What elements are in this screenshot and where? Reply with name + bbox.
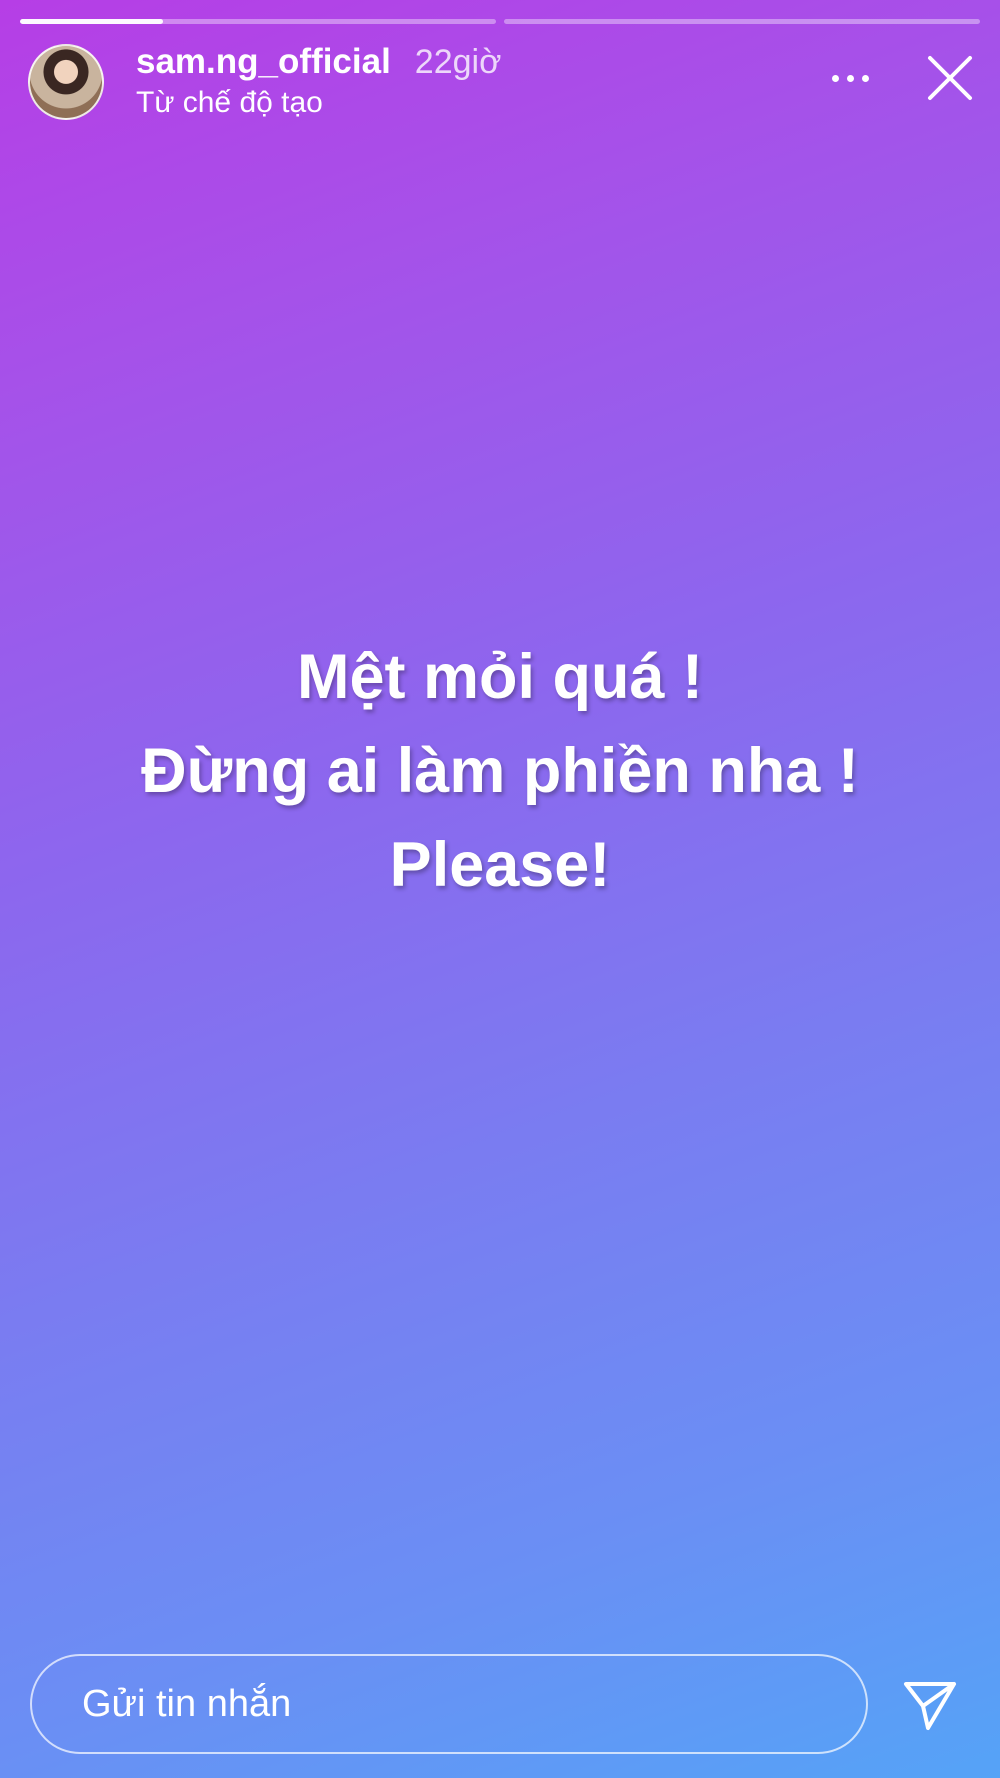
story-header: sam.ng_official 22giờ Từ chế độ tạo (28, 40, 980, 124)
avatar[interactable] (28, 44, 104, 120)
message-input[interactable]: Gửi tin nhắn (30, 1654, 868, 1754)
user-meta: sam.ng_official 22giờ Từ chế độ tạo (136, 42, 501, 120)
more-icon[interactable] (820, 58, 880, 98)
progress-fill-1 (20, 19, 163, 24)
story-line-2: Đừng ai làm phiền nha ! (141, 736, 859, 806)
progress-segment-2 (504, 19, 980, 24)
more-dot (831, 74, 839, 82)
story-line-1: Mệt mỏi quá ! (297, 642, 703, 712)
timestamp: 22giờ (414, 43, 502, 81)
close-icon[interactable] (920, 48, 980, 108)
user-line: sam.ng_official 22giờ (136, 42, 501, 82)
story-progress (20, 19, 980, 24)
more-dot (846, 74, 854, 82)
more-dot (861, 74, 869, 82)
mode-label[interactable]: Từ chế độ tạo (136, 86, 501, 120)
story-text: Mệt mỏi quá ! Đừng ai làm phiền nha ! Pl… (0, 630, 1000, 912)
send-icon[interactable] (900, 1676, 960, 1732)
username[interactable]: sam.ng_official (136, 42, 391, 82)
message-placeholder: Gửi tin nhắn (82, 1682, 292, 1725)
progress-segment-1 (20, 19, 496, 24)
story-line-3: Please! (389, 830, 611, 900)
